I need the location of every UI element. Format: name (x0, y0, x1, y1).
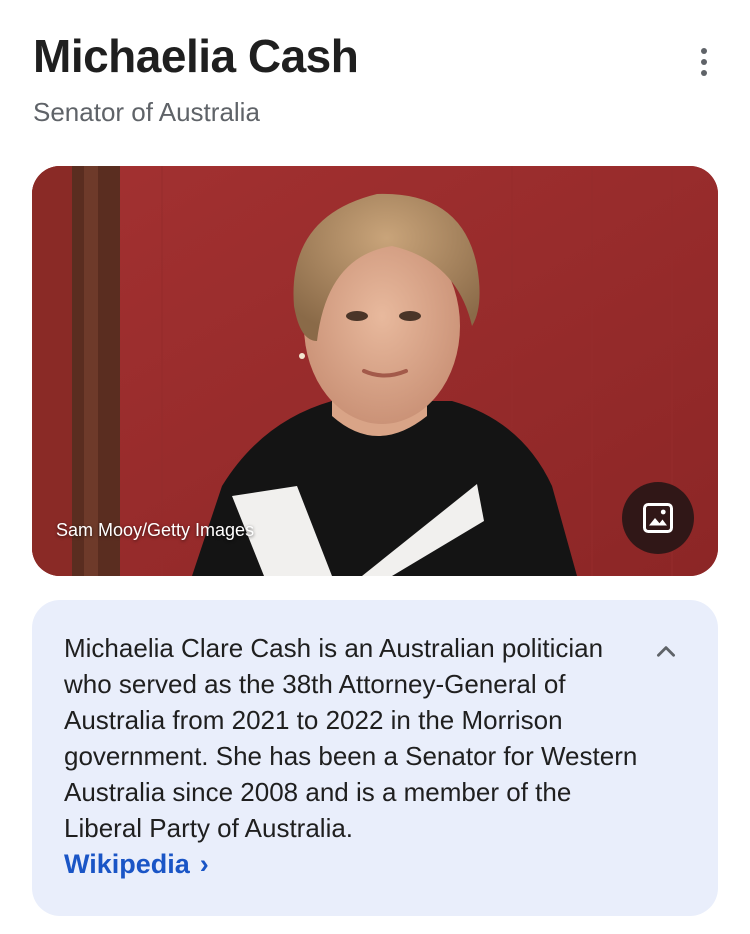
photo-credit: Sam Mooy/Getty Images (56, 520, 255, 540)
more-vert-icon-dot (701, 59, 707, 65)
more-vert-icon-dot (701, 70, 707, 76)
collapse-button[interactable] (646, 632, 686, 672)
wikipedia-link-label: Wikipedia (64, 849, 190, 879)
portrait-image (32, 166, 718, 576)
entity-subtitle: Senator of Australia (33, 97, 260, 127)
knowledge-panel: Michaelia Cash Senator of Australia Sam … (0, 0, 750, 934)
chevron-right-icon: › (199, 849, 209, 879)
image-icon (643, 503, 673, 533)
entity-title: Michaelia Cash (33, 30, 359, 82)
more-vert-icon (701, 48, 707, 54)
view-images-button[interactable] (622, 482, 694, 554)
chevron-up-icon (657, 646, 675, 657)
wikipedia-link[interactable]: Wikipedia › (64, 846, 209, 882)
entity-photo[interactable]: Sam Mooy/Getty Images (32, 166, 718, 576)
description-card: Michaelia Clare Cash is an Australian po… (32, 600, 718, 916)
description-block: Michaelia Clare Cash is an Australian po… (64, 630, 644, 882)
description-text: Michaelia Clare Cash is an Australian po… (64, 633, 638, 843)
more-options-button[interactable] (684, 42, 724, 82)
